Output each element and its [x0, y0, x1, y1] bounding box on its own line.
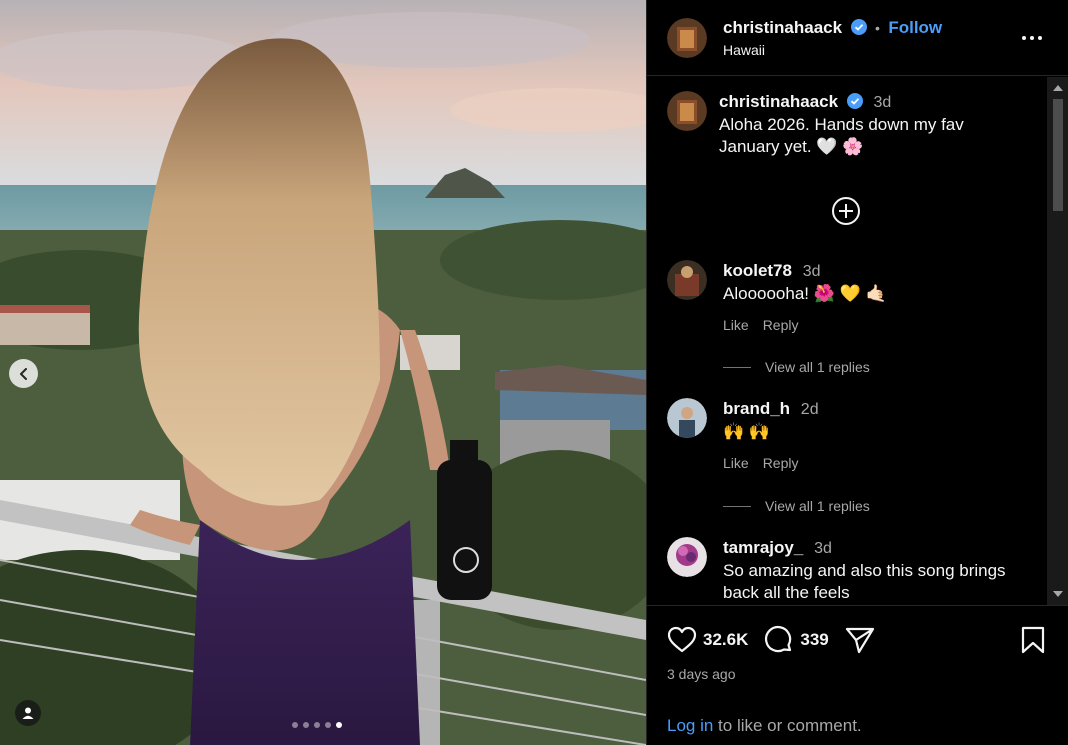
post-actions-footer: 32.6K 339 3 days ago Log in to like or c…	[647, 605, 1068, 745]
scrollbar-thumb[interactable]	[1053, 99, 1063, 211]
comment-text: 🙌 🙌	[723, 422, 771, 441]
slide-indicator	[292, 722, 342, 728]
commenter-photo	[667, 537, 707, 577]
comment-username[interactable]: tamrajoy_	[723, 538, 803, 557]
verified-badge-icon	[850, 18, 867, 35]
avatar[interactable]	[667, 537, 707, 577]
slide-dot-active	[336, 722, 342, 728]
login-link[interactable]: Log in	[667, 716, 713, 735]
comment-reply-button[interactable]: Reply	[763, 455, 799, 471]
post-header: christinahaack • Follow Hawaii	[647, 0, 1068, 76]
slide-dot	[325, 722, 331, 728]
profile-photo	[667, 91, 707, 131]
login-prompt-text: to like or comment.	[713, 716, 862, 735]
view-replies-button[interactable]: View all 1 replies	[723, 498, 870, 514]
replies-rule	[723, 366, 751, 368]
separator-dot: •	[874, 19, 880, 36]
previous-slide-button[interactable]	[9, 359, 38, 388]
comments-section[interactable]: christinahaack 3d Aloha 2026. Hands down…	[647, 77, 1068, 605]
comments-scrollbar[interactable]	[1047, 77, 1068, 605]
slide-dot	[314, 722, 320, 728]
action-bar: 32.6K 339	[667, 624, 1049, 656]
avatar[interactable]	[667, 398, 707, 438]
post-photo	[0, 0, 646, 745]
profile-photo	[667, 17, 707, 58]
follow-button[interactable]: Follow	[888, 18, 942, 37]
comment-bubble-icon	[765, 625, 792, 653]
caption-username[interactable]: christinahaack	[719, 92, 838, 111]
commenter-photo	[667, 260, 707, 300]
login-prompt: Log in to like or comment.	[667, 716, 862, 736]
replies-rule	[723, 505, 751, 507]
post-media[interactable]	[0, 0, 646, 745]
post-location[interactable]: Hawaii	[723, 42, 942, 58]
comment-like-button[interactable]: Like	[723, 455, 749, 471]
post-date[interactable]: 3 days ago	[667, 666, 736, 682]
avatar[interactable]	[667, 260, 707, 300]
more-options-button[interactable]	[1022, 30, 1044, 46]
slide-dot	[303, 722, 309, 728]
post-side-panel: christinahaack • Follow Hawaii christina…	[646, 0, 1068, 745]
avatar[interactable]	[667, 17, 707, 58]
comment-text: So amazing and also this song brings bac…	[723, 561, 1006, 602]
comments-count[interactable]: 339	[800, 630, 828, 650]
user-icon	[22, 707, 34, 719]
commenter-photo	[667, 398, 707, 438]
heart-icon	[667, 626, 697, 653]
slide-dot	[292, 722, 298, 728]
load-more-comments-icon[interactable]	[831, 196, 861, 226]
view-replies-label: View all 1 replies	[765, 359, 870, 375]
comment-timestamp[interactable]: 2d	[801, 401, 819, 418]
post-author-username[interactable]: christinahaack	[723, 18, 842, 37]
avatar[interactable]	[667, 91, 707, 131]
comment-item: tamrajoy_ 3d So amazing and also this so…	[667, 537, 1033, 604]
view-replies-label: View all 1 replies	[765, 498, 870, 514]
caption-timestamp[interactable]: 3d	[874, 94, 892, 111]
tagged-users-button[interactable]	[15, 700, 41, 726]
comment-username[interactable]: koolet78	[723, 261, 792, 280]
scroll-down-arrow-icon[interactable]	[1053, 591, 1063, 597]
chevron-left-icon	[19, 367, 27, 380]
comment-username[interactable]: brand_h	[723, 399, 790, 418]
bookmark-icon[interactable]	[1021, 626, 1045, 654]
scroll-up-arrow-icon[interactable]	[1053, 85, 1063, 91]
more-dots-icon	[1022, 36, 1026, 40]
comment-item: brand_h 2d 🙌 🙌 Like Reply	[667, 398, 1033, 471]
post-caption: christinahaack 3d Aloha 2026. Hands down…	[667, 91, 1019, 158]
comment-reply-button[interactable]: Reply	[763, 317, 799, 333]
comment-timestamp[interactable]: 3d	[803, 263, 821, 280]
likes-count[interactable]: 32.6K	[703, 630, 748, 650]
comment-text: Aloooooha! 🌺 💛 🤙🏻	[723, 284, 887, 303]
caption-text: Aloha 2026. Hands down my fav January ye…	[719, 115, 964, 156]
send-icon	[845, 627, 874, 654]
verified-badge-icon	[846, 93, 863, 109]
comment-timestamp[interactable]: 3d	[814, 540, 832, 557]
like-button[interactable]: 32.6K	[667, 626, 748, 654]
comment-item: koolet78 3d Aloooooha! 🌺 💛 🤙🏻 Like Reply	[667, 260, 1033, 333]
comment-button[interactable]: 339	[764, 625, 829, 655]
view-replies-button[interactable]: View all 1 replies	[723, 359, 870, 375]
comment-like-button[interactable]: Like	[723, 317, 749, 333]
share-button[interactable]	[845, 626, 875, 654]
